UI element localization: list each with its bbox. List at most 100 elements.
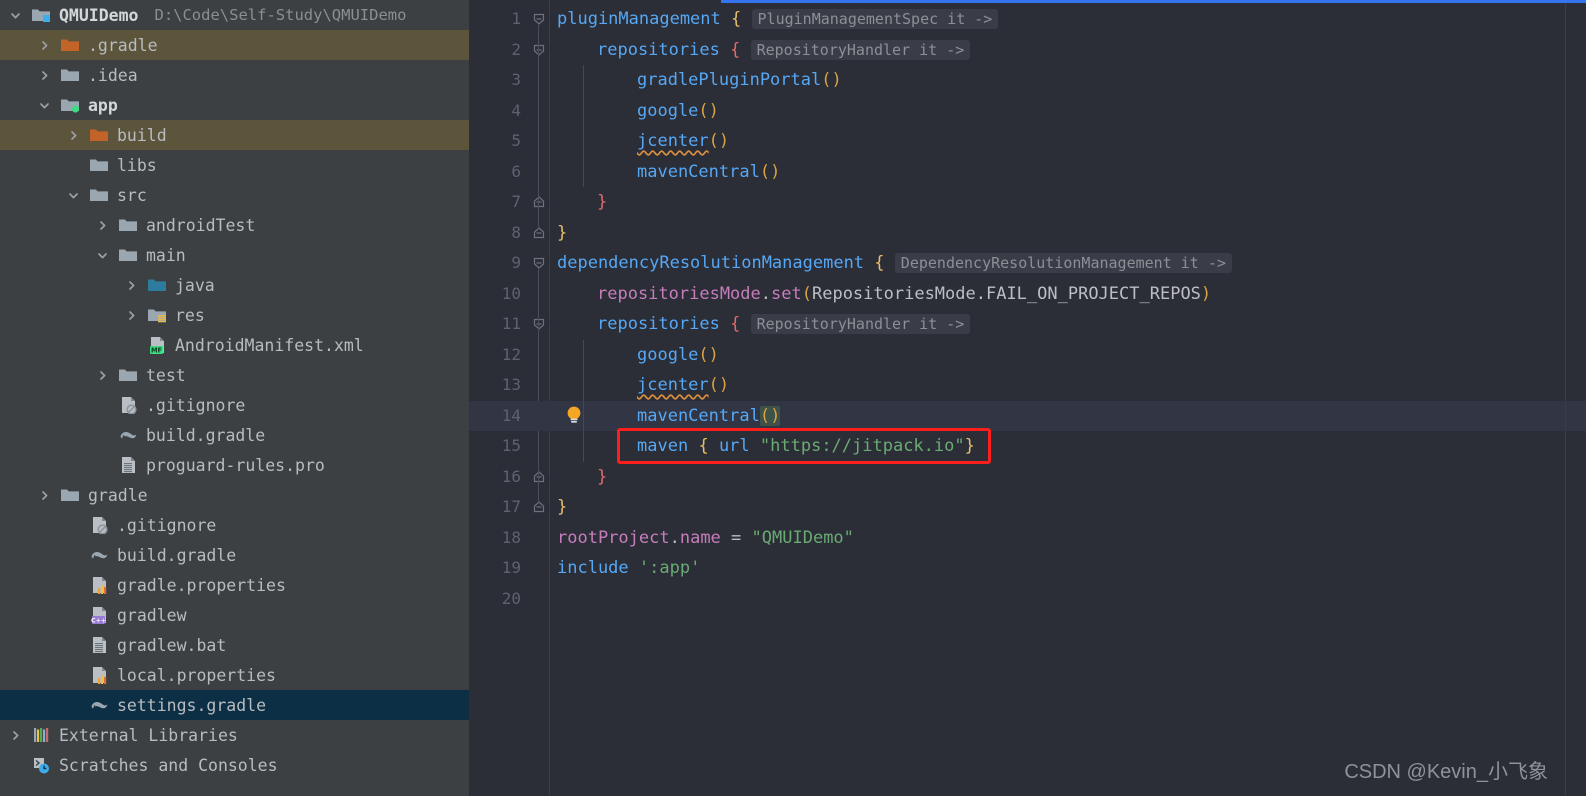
line-number: 20 [501,588,521,608]
tree-item-label: res [175,305,205,325]
gradle-file-icon [88,545,110,565]
tree-item-label: libs [117,155,157,175]
tree-row-gradle[interactable]: gradle [0,480,469,510]
indent-guide [583,65,584,187]
chevron-right-icon[interactable] [8,728,23,743]
code-editor[interactable]: 1 pluginManagement { PluginManagementSpec… [469,0,1586,796]
code-line-17[interactable]: 17} [469,492,1586,523]
tree-item-label: Scratches and Consoles [59,755,278,775]
code-line-10[interactable]: 10 repositoriesMode.set(RepositoriesMode.… [469,279,1586,310]
chevron-right-icon[interactable] [37,38,52,53]
properties-file-icon [88,575,110,595]
tree-item-label: gradlew.bat [117,635,227,655]
code-line-15[interactable]: 15 maven { url "https://jitpack.io"} [469,431,1586,462]
code-line-13[interactable]: 13 jcenter() [469,370,1586,401]
gitignore-file-icon [88,515,110,535]
chevron-right-icon[interactable] [66,128,81,143]
code-line-3[interactable]: 3 gradlePluginPortal() [469,65,1586,96]
tree-item-label: build.gradle [117,545,237,565]
code-line-16[interactable]: 16} [469,462,1586,493]
tree-item-label: test [146,365,186,385]
tree-row-idea[interactable]: .idea [0,60,469,90]
chevron-down-icon[interactable] [8,8,23,23]
inlay-hint: RepositoryHandler it -> [750,314,971,334]
chevron-right-icon[interactable] [95,368,110,383]
tree-row-libs[interactable]: libs [0,150,469,180]
tree-row-gitignore[interactable]: .gitignore [0,510,469,540]
chevron-down-icon[interactable] [95,248,110,263]
tree-item-label: build [117,125,167,145]
tree-row-test[interactable]: test [0,360,469,390]
line-number: 7 [511,192,521,211]
chevron-right-icon[interactable] [37,488,52,503]
tree-row-build-gradle[interactable]: build.gradle [0,420,469,450]
tree-row-gradle[interactable]: .gradle [0,30,469,60]
code-line-9[interactable]: 9 dependencyResolutionManagement { Depend… [469,248,1586,279]
code-line-1[interactable]: 1 pluginManagement { PluginManagementSpec… [469,4,1586,35]
gradle-file-icon [117,425,139,445]
tree-item-label: gradlew [117,605,187,625]
tree-row-app[interactable]: app [0,90,469,120]
tree-row-gradlew-bat[interactable]: gradlew.bat [0,630,469,660]
line-number: 18 [501,527,521,547]
chevron-right-icon[interactable] [37,68,52,83]
tree-row-qmuidemo[interactable]: QMUIDemo D:\Code\Self-Study\QMUIDemo [0,0,469,30]
tree-row-build-gradle[interactable]: build.gradle [0,540,469,570]
tree-item-label: .gitignore [117,515,217,535]
code-line-2[interactable]: 2 repositories { RepositoryHandler it -> [469,35,1586,66]
tree-row-build[interactable]: build [0,120,469,150]
tree-row-src[interactable]: src [0,180,469,210]
code-line-6[interactable]: 6 mavenCentral() [469,157,1586,188]
folder-icon [88,155,110,175]
code-text: gradlePluginPortal() [637,70,842,90]
code-line-19[interactable]: 19 include ':app' [469,553,1586,584]
module-folder-icon [30,5,52,25]
code-line-4[interactable]: 4 google() [469,96,1586,127]
code-line-12[interactable]: 12 google() [469,340,1586,371]
tree-row-external-libraries[interactable]: External Libraries [0,720,469,750]
line-number: 6 [511,161,521,181]
code-line-5[interactable]: 5 jcenter() [469,126,1586,157]
folder-orange-icon [59,35,81,55]
code-line-8[interactable]: 8} [469,218,1586,249]
tree-row-proguard-rules-pro[interactable]: proguard-rules.pro [0,450,469,480]
chevron-right-icon[interactable] [95,218,110,233]
project-tree-panel[interactable]: QMUIDemo D:\Code\Self-Study\QMUIDemo .grad… [0,0,469,796]
folder-icon [117,215,139,235]
code-line-20[interactable]: 20 [469,584,1586,615]
line-number: 9 [511,253,521,272]
tree-item-label: settings.gradle [117,695,267,715]
tree-item-label: gradle.properties [117,575,286,595]
code-text: } [597,192,608,212]
tree-row-local-properties[interactable]: local.properties [0,660,469,690]
line-number: 2 [511,39,521,59]
folder-icon [117,365,139,385]
chevron-right-icon[interactable] [124,308,139,323]
tree-row-settings-gradle[interactable]: settings.gradle [0,690,469,720]
code-line-18[interactable]: 18 rootProject.name = "QMUIDemo" [469,523,1586,554]
chevron-right-icon[interactable] [124,278,139,293]
tree-row-gradle-properties[interactable]: gradle.properties [0,570,469,600]
tree-row-androidtest[interactable]: androidTest [0,210,469,240]
tree-item-label: proguard-rules.pro [146,455,325,475]
tree-row-androidmanifest-xml[interactable]: MF AndroidManifest.xml [0,330,469,360]
code-line-11[interactable]: 11 repositories { RepositoryHandler it -> [469,309,1586,340]
intention-bulb-icon[interactable] [565,405,583,427]
line-number: 19 [501,558,521,577]
code-line-7[interactable]: 7} [469,187,1586,218]
code-line-14[interactable]: 14 mavenCentral() [469,400,1586,431]
tree-row-gitignore[interactable]: .gitignore [0,390,469,420]
chevron-down-icon[interactable] [37,98,52,113]
tree-row-res[interactable]: res [0,300,469,330]
chevron-down-icon[interactable] [66,188,81,203]
folder-icon [88,185,110,205]
folder-icon [59,485,81,505]
line-number: 16 [501,466,521,486]
tree-row-java[interactable]: java [0,270,469,300]
gradle-file-icon [88,695,110,715]
tree-row-main[interactable]: main [0,240,469,270]
tree-row-gradlew[interactable]: C++ gradlew [0,600,469,630]
inlay-hint: RepositoryHandler it -> [750,39,971,60]
tree-item-label: main [146,245,186,265]
tree-row-scratches-and-consoles[interactable]: Scratches and Consoles [0,750,469,780]
